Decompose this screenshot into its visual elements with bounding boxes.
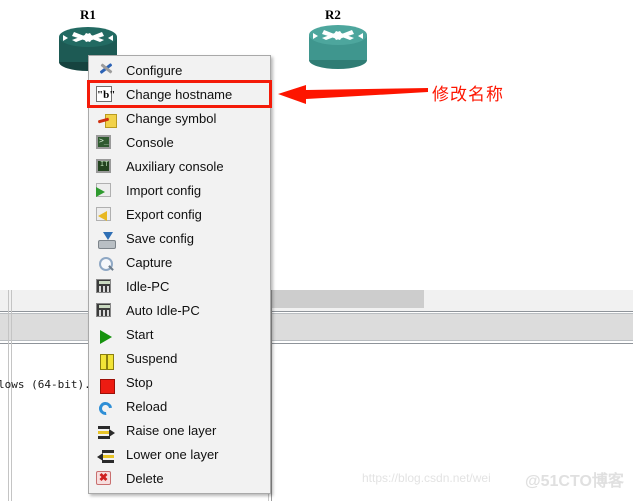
watermark-url: https://blog.csdn.net/wei xyxy=(362,471,491,485)
menu-item-label: Configure xyxy=(126,62,183,78)
menu-item-change-hostname[interactable]: "b" Change hostname xyxy=(87,80,272,108)
menu-item-label: Raise one layer xyxy=(126,422,217,438)
menu-item-label: Capture xyxy=(126,254,173,270)
menu-item-lower-one-layer[interactable]: Lower one layer xyxy=(89,442,270,466)
menu-item-change-symbol[interactable]: Change symbol xyxy=(89,106,270,130)
delete-icon-glyph: ✖ xyxy=(98,472,109,484)
menu-item-auto-idle-pc[interactable]: Auto Idle-PC xyxy=(89,298,270,322)
menu-item-label: Lower one layer xyxy=(126,446,219,462)
menu-item-reload[interactable]: Reload xyxy=(89,394,270,418)
menu-item-label: Import config xyxy=(126,182,202,198)
panel-selection-block xyxy=(270,290,424,308)
menu-item-label: Idle-PC xyxy=(126,278,170,294)
menu-item-label: Start xyxy=(126,326,154,342)
device-icon-r2[interactable] xyxy=(302,22,374,70)
menu-item-label: Delete xyxy=(126,470,164,486)
menu-item-capture[interactable]: Capture xyxy=(89,250,270,274)
device-label-r2: R2 xyxy=(325,7,341,22)
menu-item-label: Export config xyxy=(126,206,202,222)
panel-edge-left-outer xyxy=(8,290,9,501)
rename-icon-glyph: "b" xyxy=(97,89,116,101)
menu-item-idle-pc[interactable]: Idle-PC xyxy=(89,274,270,298)
device-label-r1: R1 xyxy=(80,7,96,22)
device-context-menu[interactable]: Configure "b" Change hostname Change sym… xyxy=(87,55,272,494)
lower-layer-icon xyxy=(93,444,115,464)
menu-item-import-config[interactable]: Import config xyxy=(89,178,270,202)
menu-item-label: Reload xyxy=(126,398,168,414)
menu-item-label: Auto Idle-PC xyxy=(126,302,200,318)
terminal-aux-icon: IT xyxy=(93,156,115,176)
terminal-icon: >_ xyxy=(93,132,115,152)
menu-item-raise-one-layer[interactable]: Raise one layer xyxy=(89,418,270,442)
panel-edge-left-inner xyxy=(11,290,12,501)
magnifier-icon xyxy=(93,252,115,272)
watermark-brand: @51CTO博客 xyxy=(525,473,624,490)
menu-item-configure[interactable]: Configure xyxy=(89,58,270,82)
delete-icon: ✖ xyxy=(93,468,115,488)
menu-item-label: Change hostname xyxy=(126,86,233,102)
wrench-screwdriver-icon xyxy=(93,60,115,80)
calculator-icon xyxy=(93,300,115,320)
menu-item-stop[interactable]: Stop xyxy=(89,370,270,394)
rename-text-icon: "b" xyxy=(93,84,115,104)
menu-item-save-config[interactable]: Save config xyxy=(89,226,270,250)
play-icon xyxy=(93,324,115,344)
menu-item-export-config[interactable]: Export config xyxy=(89,202,270,226)
raise-layer-icon xyxy=(93,420,115,440)
menu-item-suspend[interactable]: Suspend xyxy=(89,346,270,370)
menu-item-start[interactable]: Start xyxy=(89,322,270,346)
pause-icon xyxy=(93,348,115,370)
menu-item-label: Save config xyxy=(126,230,194,246)
panel-edge-right-outer xyxy=(271,290,272,501)
reload-icon xyxy=(93,396,115,416)
menu-item-console[interactable]: >_ Console xyxy=(89,130,270,154)
gns3-screenshot: lows (64-bit). R1 R2 Configure "b" Chang… xyxy=(0,0,633,501)
import-arrow-icon xyxy=(93,180,115,200)
console-output-text: lows (64-bit). xyxy=(0,378,91,391)
menu-item-label: Stop xyxy=(126,374,153,390)
aux-icon-glyph: IT xyxy=(100,160,109,168)
menu-item-auxiliary-console[interactable]: IT Auxiliary console xyxy=(89,154,270,178)
left-arrow-icon xyxy=(278,80,428,108)
export-arrow-icon xyxy=(93,204,115,224)
scissors-image-icon xyxy=(93,108,117,128)
calculator-icon xyxy=(93,276,115,296)
annotation-label: 修改名称 xyxy=(432,85,504,105)
save-disk-icon xyxy=(93,228,116,249)
menu-item-label: Suspend xyxy=(126,350,178,366)
terminal-icon-glyph: >_ xyxy=(99,136,109,145)
menu-item-label: Change symbol xyxy=(126,110,217,126)
menu-item-label: Auxiliary console xyxy=(126,158,224,174)
menu-item-delete[interactable]: ✖ Delete xyxy=(89,466,270,490)
menu-item-label: Console xyxy=(126,134,174,150)
stop-icon xyxy=(93,372,115,394)
